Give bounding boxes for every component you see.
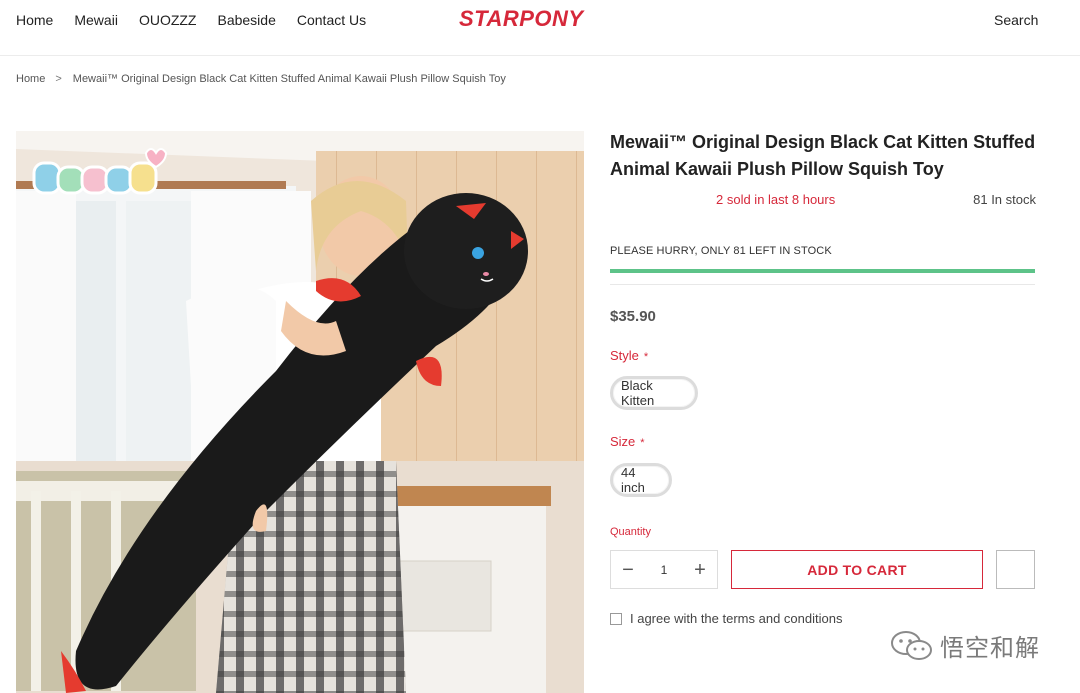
nav-mewaii[interactable]: Mewaii [74,11,118,29]
product-image[interactable] [16,131,584,693]
watermark: 悟空和解 [890,628,1040,663]
quantity-label: Quantity [610,526,651,538]
stock-count: 81 In stock [973,192,1036,207]
site-header: Home Mewaii OUOZZZ Babeside Contact Us S… [0,0,1080,56]
terms-agreement[interactable]: I agree with the terms and conditions [610,611,842,626]
divider [610,284,1035,285]
nav-babeside[interactable]: Babeside [217,11,275,29]
quantity-minus-button[interactable]: − [619,560,637,580]
stock-progress-bar [610,269,1035,273]
watermark-text: 悟空和解 [940,634,1040,662]
terms-label: I agree with the terms and conditions [630,611,843,626]
style-label-text: Style [610,348,639,363]
nav-ouozzz[interactable]: OUOZZZ [139,11,197,29]
style-option-label: Black Kitten [621,378,655,408]
stock-progress-fill [610,269,1035,273]
product-price: $35.90 [610,308,656,325]
product-title: Mewaii™ Original Design Black Cat Kitten… [610,132,1036,179]
quantity-plus-button[interactable]: + [691,560,709,580]
quantity-input[interactable]: 1 [661,563,668,577]
search-link[interactable]: Search [994,11,1038,29]
terms-checkbox[interactable] [610,612,622,625]
breadcrumb-current: Mewaii™ Original Design Black Cat Kitten… [72,73,506,85]
size-option-label: 44 inch [621,465,645,495]
size-option-44-inch[interactable]: 44 inch [610,463,672,497]
wechat-icon [891,630,932,660]
breadcrumb: Home > Mewaii™ Original Design Black Cat… [16,73,506,85]
sold-notice: 2 sold in last 8 hours [716,192,836,207]
wishlist-button[interactable] [996,550,1035,589]
main-nav: Home Mewaii OUOZZZ Babeside Contact Us [16,11,387,29]
style-label: Style * [610,348,648,363]
size-label: Size * [610,434,645,449]
nav-home[interactable]: Home [16,11,53,29]
quantity-stepper: − 1 + [610,550,718,589]
style-option-black-kitten[interactable]: Black Kitten [610,376,698,410]
nav-contact-us[interactable]: Contact Us [297,11,366,29]
add-to-cart-button[interactable]: ADD TO CART [731,550,983,589]
required-mark: * [640,437,645,449]
hurry-message: PLEASE HURRY, ONLY 81 LEFT IN STOCK [610,245,832,257]
product-photo-illustration [16,131,584,693]
breadcrumb-separator: > [55,73,62,85]
required-mark: * [643,351,649,363]
breadcrumb-home[interactable]: Home [16,73,45,85]
site-logo[interactable]: STARPONY [459,6,584,32]
size-label-text: Size [610,434,636,449]
